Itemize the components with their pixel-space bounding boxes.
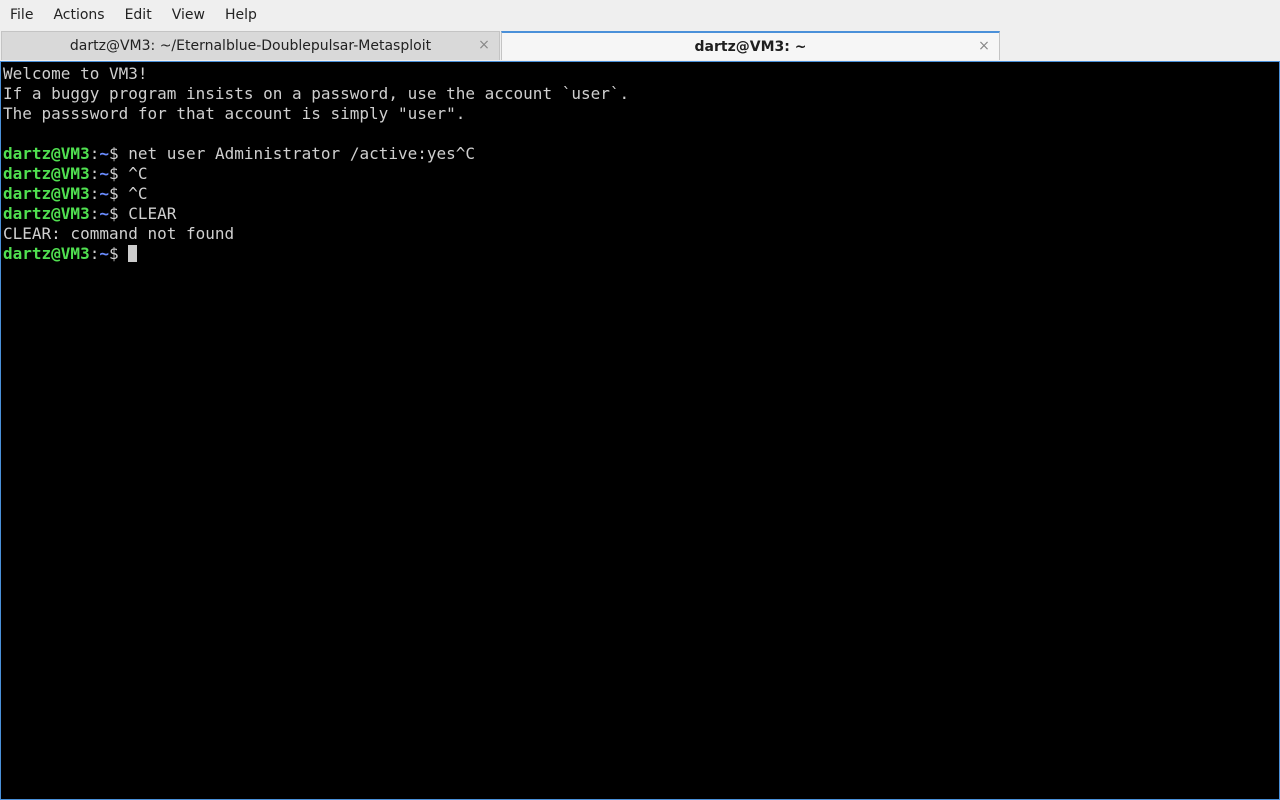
prompt-separator: : [89, 184, 100, 203]
menu-actions[interactable]: Actions [53, 7, 104, 23]
prompt-symbol: $ [108, 164, 119, 183]
command-line: dartz@VM3:~$ net user Administrator /act… [3, 144, 1279, 164]
active-prompt-line[interactable]: dartz@VM3:~$ [3, 244, 1279, 264]
prompt-separator: : [89, 244, 100, 263]
terminal-output[interactable]: Welcome to VM3! If a buggy program insis… [0, 61, 1280, 800]
tab-label: dartz@VM3: ~ [694, 38, 807, 55]
menu-view[interactable]: View [172, 7, 205, 23]
prompt-user-host: dartz@VM3 [3, 164, 90, 183]
text-cursor [128, 245, 138, 262]
prompt-path: ~ [99, 244, 109, 263]
prompt-path: ~ [99, 164, 109, 183]
prompt-symbol: $ [108, 204, 119, 223]
prompt-path: ~ [99, 204, 109, 223]
prompt-user-host: dartz@VM3 [3, 204, 90, 223]
close-icon[interactable]: × [977, 39, 991, 53]
command-text: ^C [118, 164, 148, 183]
command-line: dartz@VM3:~$ ^C [3, 164, 1279, 184]
tab-label: dartz@VM3: ~/Eternalblue-Doublepulsar-Me… [69, 38, 432, 54]
prompt-path: ~ [99, 184, 109, 203]
tab-bar: dartz@VM3: ~/Eternalblue-Doublepulsar-Me… [0, 29, 1280, 61]
command-text: ^C [118, 184, 148, 203]
prompt-user-host: dartz@VM3 [3, 144, 90, 163]
tab-eternalblue[interactable]: dartz@VM3: ~/Eternalblue-Doublepulsar-Me… [1, 31, 500, 60]
menu-help[interactable]: Help [225, 7, 257, 23]
menu-file[interactable]: File [10, 7, 33, 23]
prompt-user-host: dartz@VM3 [3, 244, 90, 263]
prompt-symbol: $ [108, 144, 119, 163]
prompt-separator: : [89, 144, 100, 163]
welcome-line: If a buggy program insists on a password… [3, 84, 630, 103]
prompt-separator: : [89, 164, 100, 183]
menu-edit[interactable]: Edit [125, 7, 152, 23]
tab-home[interactable]: dartz@VM3: ~ × [501, 31, 1000, 60]
welcome-line: The passsword for that account is simply… [3, 104, 466, 123]
welcome-line: Welcome to VM3! [3, 64, 148, 83]
prompt-symbol: $ [108, 184, 119, 203]
prompt-path: ~ [99, 144, 109, 163]
command-text: net user Administrator /active:yes^C [118, 144, 476, 163]
command-text: CLEAR [118, 204, 177, 223]
command-line: dartz@VM3:~$ ^C [3, 184, 1279, 204]
command-line: dartz@VM3:~$ CLEAR [3, 204, 1279, 224]
error-line: CLEAR: command not found [3, 224, 235, 243]
close-icon[interactable]: × [477, 38, 491, 52]
prompt-symbol: $ [108, 244, 119, 263]
menu-bar: File Actions Edit View Help [0, 0, 1280, 29]
command-input[interactable] [119, 244, 129, 263]
prompt-user-host: dartz@VM3 [3, 184, 90, 203]
prompt-separator: : [89, 204, 100, 223]
